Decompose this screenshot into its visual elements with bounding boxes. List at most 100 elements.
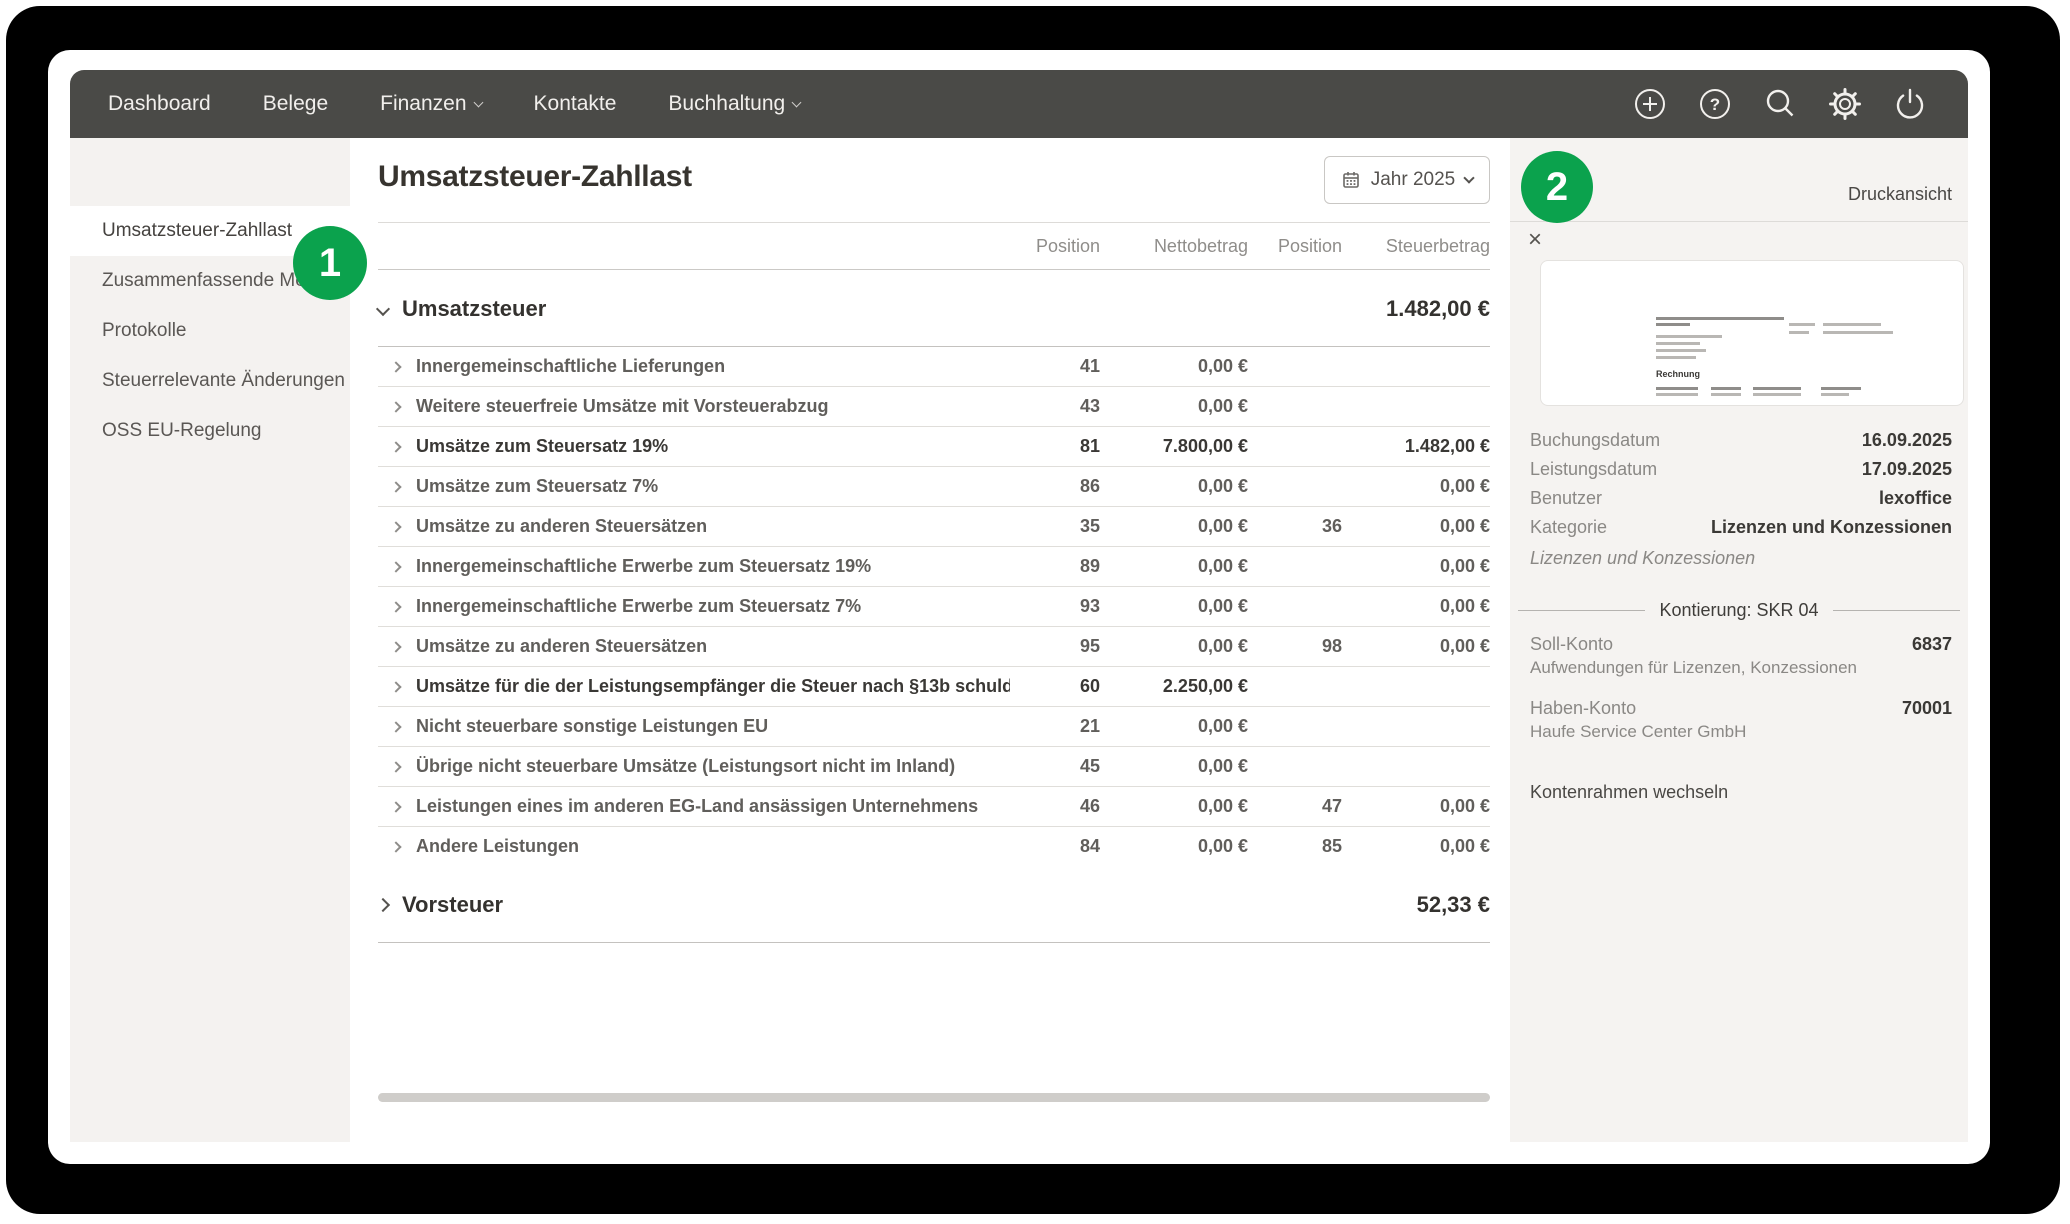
account-description: Aufwendungen für Lizenzen, Konzessionen — [1530, 656, 1952, 680]
document-preview-thumbnail[interactable]: Rechnung — [1540, 260, 1964, 406]
preview-line — [1656, 387, 1698, 390]
row-steuerbetrag — [1342, 716, 1490, 737]
sidebar-item-steuerrelevante-nderungen[interactable]: Steuerrelevante Änderungen — [70, 356, 350, 406]
nav-item-buchhaltung[interactable]: Buchhaltung — [668, 92, 800, 116]
row-position-2 — [1248, 436, 1342, 457]
close-icon[interactable]: × — [1528, 230, 1542, 250]
row-label: Andere Leistungen — [416, 836, 579, 857]
preview-line — [1656, 356, 1696, 359]
help-icon[interactable]: ? — [1697, 86, 1733, 122]
row-position-2 — [1248, 556, 1342, 577]
row-position-2 — [1248, 716, 1342, 737]
row-position-1: 35 — [1010, 516, 1100, 537]
table-row[interactable]: Leistungen eines im anderen EG-Land ansä… — [378, 786, 1490, 826]
chevron-right-icon[interactable] — [390, 601, 401, 612]
field-label: Kategorie — [1530, 517, 1607, 538]
main-content: Umsatzsteuer-Zahllast Jahr 2025 — [350, 138, 1510, 1142]
power-icon[interactable] — [1892, 86, 1928, 122]
calendar-icon — [1341, 170, 1361, 190]
table-row[interactable]: Andere Leistungen 84 0,00 € 85 0,00 € — [378, 826, 1490, 866]
annotation-badge-1: 1 — [293, 226, 367, 300]
table-row[interactable]: Umsätze für die der Leistungsempfänger d… — [378, 666, 1490, 706]
chevron-icon[interactable] — [376, 898, 390, 912]
annotation-badge-2: 2 — [1521, 151, 1593, 223]
preview-line — [1823, 331, 1893, 334]
table-row[interactable]: Umsätze zum Steuersatz 19% 81 7.800,00 €… — [378, 426, 1490, 466]
chevron-right-icon[interactable] — [390, 841, 401, 852]
chevron-right-icon[interactable] — [390, 681, 401, 692]
chevron-right-icon[interactable] — [390, 361, 401, 372]
add-icon[interactable] — [1632, 86, 1668, 122]
row-position-1: 46 — [1010, 796, 1100, 817]
settings-icon[interactable] — [1827, 86, 1863, 122]
chevron-icon[interactable] — [376, 302, 390, 316]
preview-line — [1656, 342, 1700, 345]
row-position-1: 84 — [1010, 836, 1100, 857]
preview-line — [1821, 393, 1849, 396]
print-view-link[interactable]: Druckansicht — [1848, 184, 1952, 205]
field-value: 17.09.2025 — [1862, 459, 1952, 480]
search-icon[interactable] — [1762, 86, 1798, 122]
preview-line — [1823, 323, 1881, 326]
row-label: Weitere steuerfreie Umsätze mit Vorsteue… — [416, 396, 828, 417]
preview-line — [1656, 323, 1690, 326]
account-number: 6837 — [1912, 634, 1952, 655]
row-label: Umsätze für die der Leistungsempfänger d… — [416, 676, 1010, 697]
horizontal-scrollbar[interactable] — [378, 1093, 1490, 1102]
chevron-right-icon[interactable] — [390, 521, 401, 532]
year-selector-label: Jahr 2025 — [1371, 169, 1456, 191]
table-row[interactable]: Umsätze zu anderen Steuersätzen 95 0,00 … — [378, 626, 1490, 666]
chevron-right-icon[interactable] — [390, 561, 401, 572]
table-row[interactable]: Umsätze zum Steuersatz 7% 86 0,00 € 0,00… — [378, 466, 1490, 506]
row-position-1: 60 — [1010, 676, 1100, 697]
table-row[interactable]: Innergemeinschaftliche Lieferungen 41 0,… — [378, 346, 1490, 386]
row-nettobetrag: 0,00 € — [1100, 356, 1248, 377]
row-position-1: 41 — [1010, 356, 1100, 377]
table-row[interactable]: Weitere steuerfreie Umsätze mit Vorsteue… — [378, 386, 1490, 426]
svg-text:?: ? — [1710, 95, 1720, 114]
chevron-right-icon[interactable] — [390, 641, 401, 652]
chevron-right-icon[interactable] — [390, 401, 401, 412]
chevron-right-icon[interactable] — [390, 761, 401, 772]
page-title: Umsatzsteuer-Zahllast — [378, 160, 692, 194]
chevron-right-icon[interactable] — [390, 721, 401, 732]
year-selector-button[interactable]: Jahr 2025 — [1324, 156, 1490, 204]
chevron-down-icon — [792, 97, 802, 107]
chevron-right-icon[interactable] — [390, 481, 401, 492]
field-value: lexoffice — [1879, 488, 1952, 509]
field-value: Lizenzen und Konzessionen — [1711, 517, 1952, 538]
chevron-right-icon[interactable] — [390, 801, 401, 812]
table-row[interactable]: Innergemeinschaftliche Erwerbe zum Steue… — [378, 546, 1490, 586]
row-position-2 — [1248, 756, 1342, 777]
table-column-headers: Position Nettobetrag Position Steuerbetr… — [378, 223, 1490, 269]
nav-item-dashboard[interactable]: Dashboard — [108, 92, 211, 116]
table-row[interactable]: Nicht steuerbare sonstige Leistungen EU … — [378, 706, 1490, 746]
table-row[interactable]: Innergemeinschaftliche Erwerbe zum Steue… — [378, 586, 1490, 626]
account-block: Soll-Konto 6837 Aufwendungen für Lizenze… — [1530, 632, 1952, 680]
row-steuerbetrag: 0,00 € — [1342, 556, 1490, 577]
sidebar-item-protokolle[interactable]: Protokolle — [70, 306, 350, 356]
row-position-1: 95 — [1010, 636, 1100, 657]
nav-item-finanzen[interactable]: Finanzen — [380, 92, 481, 116]
section-header[interactable]: Vorsteuer 52,33 € — [378, 884, 1490, 926]
column-header-nettobetrag: Nettobetrag — [1100, 236, 1248, 257]
detail-field-row: Buchungsdatum 16.09.2025 — [1530, 426, 1952, 455]
switch-chart-of-accounts-link[interactable]: Kontenrahmen wechseln — [1530, 782, 1728, 803]
row-position-2: 36 — [1248, 516, 1342, 537]
row-label: Umsätze zu anderen Steuersätzen — [416, 636, 707, 657]
table-row[interactable]: Umsätze zu anderen Steuersätzen 35 0,00 … — [378, 506, 1490, 546]
header-divider — [378, 269, 1490, 270]
section-header[interactable]: Umsatzsteuer 1.482,00 € — [378, 288, 1490, 330]
row-steuerbetrag — [1342, 676, 1490, 697]
table-row[interactable]: Übrige nicht steuerbare Umsätze (Leistun… — [378, 746, 1490, 786]
nav-item-belege[interactable]: Belege — [263, 92, 328, 116]
nav-item-kontakte[interactable]: Kontakte — [534, 92, 617, 116]
chevron-right-icon[interactable] — [390, 441, 401, 452]
preview-line — [1656, 349, 1706, 352]
chevron-down-icon — [1464, 172, 1475, 183]
row-position-2: 85 — [1248, 836, 1342, 857]
account-block: Haben-Konto 70001 Haufe Service Center G… — [1530, 696, 1952, 744]
row-label: Umsätze zum Steuersatz 19% — [416, 436, 668, 457]
row-nettobetrag: 0,00 € — [1100, 836, 1248, 857]
sidebar-item-oss-eu-regelung[interactable]: OSS EU-Regelung — [70, 406, 350, 456]
